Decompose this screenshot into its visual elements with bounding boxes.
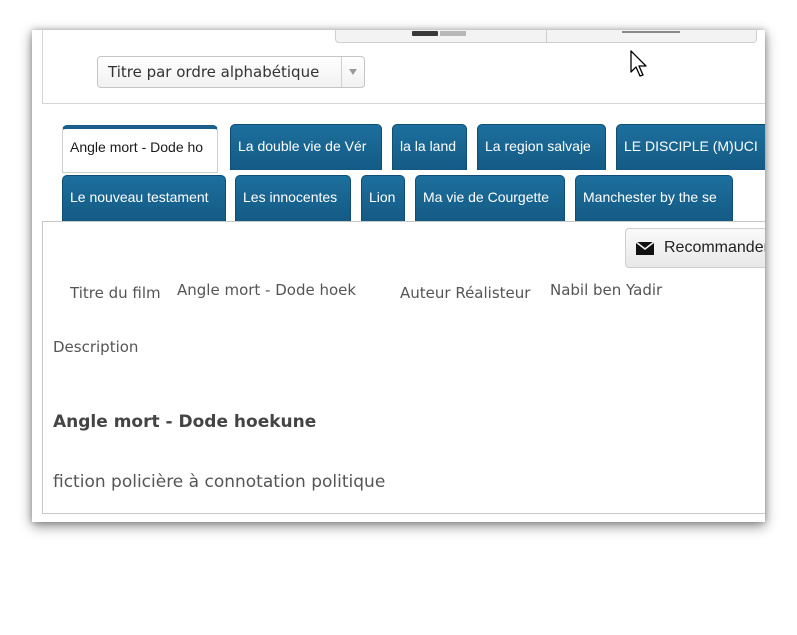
grid-view-alt-icon[interactable] <box>440 31 466 36</box>
tab-label: Lion <box>369 189 396 205</box>
tab-la-double-vie[interactable]: La double vie de Vér <box>230 124 382 170</box>
grid-view-icon[interactable] <box>412 31 438 36</box>
tab-label: Le nouveau testament <box>70 189 209 205</box>
tab-manchester[interactable]: Manchester by the se <box>575 175 733 221</box>
tab-label: Ma vie de Courgette <box>423 189 550 205</box>
description-label: Description <box>53 338 139 356</box>
tab-lion[interactable]: Lion <box>361 175 405 221</box>
chevron-down-icon <box>349 69 357 75</box>
view-mode-switcher <box>335 30 757 43</box>
sort-select[interactable]: Titre par ordre alphabétique <box>97 56 365 88</box>
view-separator <box>546 30 547 42</box>
tab-label: la la land <box>400 138 457 154</box>
app-window: Titre par ordre alphabétique Angle mort … <box>32 30 765 522</box>
tab-label: Les innocentes <box>243 189 338 205</box>
tab-angle-mort[interactable]: Angle mort - Dode ho <box>62 125 218 173</box>
title-field-label: Titre du film <box>70 284 161 302</box>
list-view-icon[interactable] <box>622 31 680 33</box>
tab-content-panel: Recommander Titre du film Angle mort - D… <box>42 221 765 514</box>
tab-label: Manchester by the se <box>583 189 717 205</box>
tab-ma-vie-de-courgette[interactable]: Ma vie de Courgette <box>415 175 565 221</box>
tab-label: Angle mort - Dode ho <box>70 139 204 155</box>
dropdown-arrow[interactable] <box>341 57 364 87</box>
envelope-icon <box>636 242 654 255</box>
tab-label: La region salvaje <box>485 138 591 154</box>
tab-label: La double vie de Vér <box>238 138 367 154</box>
sort-select-value: Titre par ordre alphabétique <box>108 63 320 81</box>
movie-heading: Angle mort - Dode hoekune <box>53 412 317 432</box>
tab-label: LE DISCIPLE (M)UCI <box>624 138 758 154</box>
recommend-button[interactable]: Recommander <box>625 228 765 268</box>
tab-le-nouveau-testament[interactable]: Le nouveau testament <box>62 175 226 221</box>
author-field-value: Nabil ben Yadir <box>550 281 663 299</box>
recommend-label: Recommander <box>664 239 765 256</box>
author-field-label: Auteur Réalisteur <box>400 284 531 302</box>
title-field-value: Angle mort - Dode hoek <box>177 281 357 299</box>
tab-la-la-land[interactable]: la la land <box>392 124 467 170</box>
tab-les-innocentes[interactable]: Les innocentes <box>235 175 351 221</box>
tab-la-region-salvaje[interactable]: La region salvaje <box>477 124 606 170</box>
movie-description: fiction policière à connotation politiqu… <box>53 472 386 492</box>
toolbar-panel: Titre par ordre alphabétique <box>42 30 765 104</box>
mouse-cursor-icon <box>630 50 647 77</box>
tab-le-disciple[interactable]: LE DISCIPLE (M)UCI <box>616 124 765 170</box>
